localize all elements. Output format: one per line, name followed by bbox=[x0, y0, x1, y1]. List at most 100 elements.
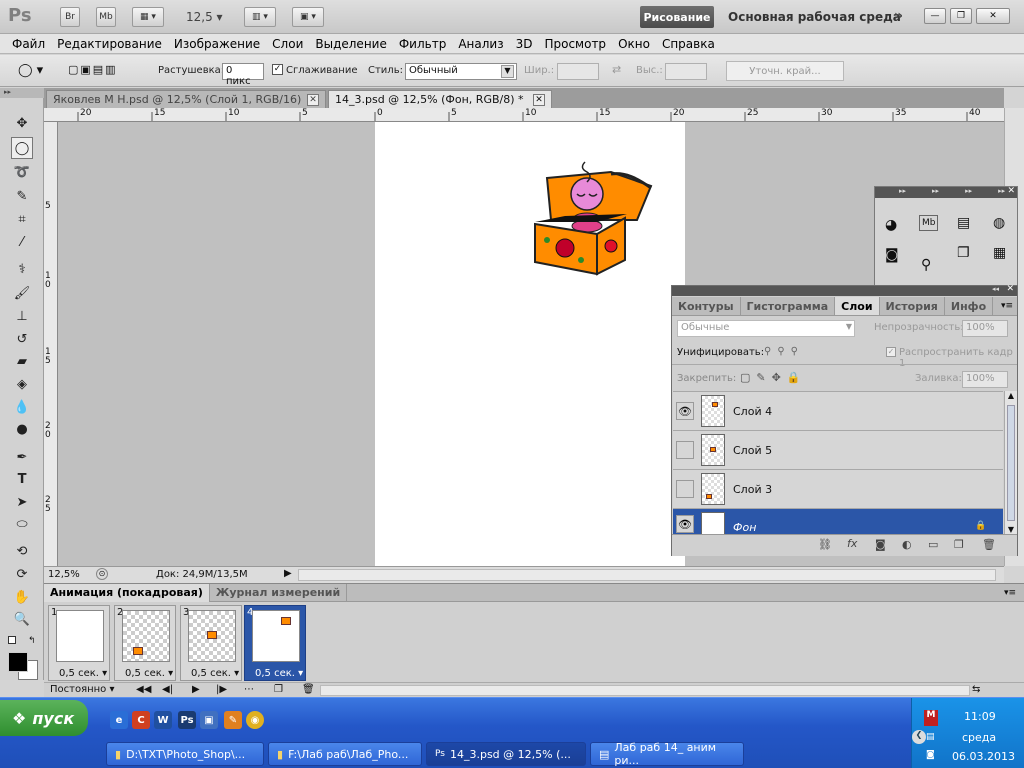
panel-menu-icon[interactable]: ▾≡ bbox=[1001, 301, 1013, 311]
first-frame-icon[interactable]: ◀◀ bbox=[136, 684, 151, 695]
clone-stamp-tool-icon[interactable]: ⊥ bbox=[11, 305, 33, 327]
layer-row[interactable]: Слой 5 bbox=[673, 430, 1003, 469]
clock-time[interactable]: 11:09 bbox=[964, 710, 996, 723]
photoshop-quicklaunch-icon[interactable]: Ps bbox=[178, 711, 196, 729]
panel-menu-icon[interactable]: ▾≡ bbox=[1004, 588, 1016, 598]
add-mask-icon[interactable]: ◙ bbox=[875, 538, 886, 551]
menu-window[interactable]: Окно bbox=[618, 37, 650, 51]
close-button[interactable]: ✕ bbox=[976, 8, 1010, 24]
show-desktop-icon[interactable]: ▣ bbox=[200, 711, 218, 729]
tab-layers[interactable]: Слои bbox=[835, 297, 880, 315]
delete-layer-icon[interactable]: 🗑 bbox=[982, 538, 996, 551]
taskbar-item-word[interactable]: ▤ Лаб раб 14_ аним ри... bbox=[590, 741, 744, 767]
blur-tool-icon[interactable]: 💧 bbox=[11, 396, 33, 418]
menu-filter[interactable]: Фильтр bbox=[399, 37, 446, 51]
new-group-icon[interactable]: ▭ bbox=[928, 538, 938, 551]
unify-icons[interactable]: ⚲⚲⚲ bbox=[764, 346, 804, 357]
antivirus-icon[interactable]: M bbox=[924, 710, 938, 726]
antialias-checkbox[interactable]: ✓ bbox=[272, 64, 283, 75]
previous-frame-icon[interactable]: ◀| bbox=[162, 684, 173, 695]
tab-history[interactable]: История bbox=[880, 297, 945, 315]
menu-select[interactable]: Выделение bbox=[315, 37, 386, 51]
layer-row[interactable]: Слой 3 bbox=[673, 469, 1003, 508]
elliptical-marquee-tool-icon[interactable]: ◯ bbox=[11, 137, 33, 159]
path-selection-tool-icon[interactable]: ➤ bbox=[11, 491, 33, 513]
mini-bridge-button[interactable]: Mb bbox=[96, 7, 116, 27]
tab-document-2[interactable]: 14_3.psd @ 12,5% (Фон, RGB/8) * ✕ bbox=[328, 90, 552, 108]
animation-frame-selected[interactable]: 4 0,5 сек. ▾ bbox=[244, 605, 306, 681]
menu-edit[interactable]: Редактирование bbox=[57, 37, 162, 51]
close-icon[interactable]: ✕ bbox=[1007, 186, 1015, 196]
visibility-toggle[interactable] bbox=[676, 480, 694, 498]
feather-input[interactable]: 0 пикс bbox=[222, 63, 264, 87]
ellipse-tool-icon[interactable]: ⬭ bbox=[11, 513, 33, 535]
document-canvas[interactable] bbox=[375, 122, 685, 566]
play-icon[interactable]: ▶ bbox=[192, 684, 200, 695]
taskbar-item-folder-2[interactable]: ▮ F:\Лаб раб\Лаб_Pho... bbox=[268, 742, 422, 766]
taskbar-item-photoshop[interactable]: Ps 14_3.psd @ 12,5% (... bbox=[426, 742, 586, 766]
paint-bucket-tool-icon[interactable]: ◈ bbox=[11, 373, 33, 395]
crop-tool-icon[interactable]: ⌗ bbox=[11, 208, 33, 230]
restore-button[interactable]: ❐ bbox=[950, 8, 972, 24]
frame-delay[interactable]: 0,5 сек. ▾ bbox=[125, 668, 173, 679]
pen-tool-icon[interactable]: ✒ bbox=[11, 446, 33, 468]
lasso-tool-icon[interactable]: ➰ bbox=[11, 161, 33, 183]
hand-tool-icon[interactable]: ✋ bbox=[11, 586, 33, 608]
editor-icon[interactable]: ✎ bbox=[224, 711, 242, 729]
menu-3d[interactable]: 3D bbox=[516, 37, 533, 51]
animation-frame[interactable]: 2 0,5 сек. ▾ bbox=[114, 605, 176, 681]
tween-icon[interactable]: ⋯ bbox=[244, 684, 254, 695]
fill-input[interactable]: 100% bbox=[962, 371, 1008, 388]
brush-tool-icon[interactable]: 🖌 bbox=[11, 282, 33, 304]
move-tool-icon[interactable]: ✥ bbox=[11, 112, 33, 134]
zoom-tool-icon[interactable]: 🔍 bbox=[11, 608, 33, 630]
3d-orbit-tool-icon[interactable]: ⟳ bbox=[11, 563, 33, 585]
eye-icon[interactable]: 👁 bbox=[676, 515, 694, 533]
link-layers-icon[interactable]: ⛓ bbox=[818, 538, 832, 551]
taskbar-item-folder-1[interactable]: ▮ D:\TXT\Photo_Shop\... bbox=[106, 742, 264, 766]
character-panel-icon[interactable]: ▤ bbox=[957, 215, 970, 231]
workspace-essentials-button[interactable]: Основная рабочая среда bbox=[728, 10, 901, 24]
opacity-input[interactable]: 100% bbox=[962, 320, 1008, 337]
layer-row-selected[interactable]: 👁 Фон 🔒 bbox=[673, 508, 1003, 534]
clone-source-panel-icon[interactable]: ❐ bbox=[957, 245, 970, 261]
quick-selection-tool-icon[interactable]: ✎ bbox=[11, 185, 33, 207]
layer-row[interactable]: 👁 Слой 4 bbox=[673, 391, 1003, 430]
duplicate-frame-icon[interactable]: ❐ bbox=[274, 684, 283, 695]
status-info-icon[interactable]: ⊙ bbox=[96, 568, 108, 580]
minimize-button[interactable]: — bbox=[924, 8, 946, 24]
mini-bridge-panel-icon[interactable]: Mb bbox=[919, 215, 939, 231]
close-icon[interactable]: ✕ bbox=[1006, 284, 1014, 294]
close-icon[interactable]: ✕ bbox=[533, 93, 545, 106]
menu-image[interactable]: Изображение bbox=[174, 37, 260, 51]
3d-rotate-tool-icon[interactable]: ⟲ bbox=[11, 540, 33, 562]
fx-icon[interactable]: fx bbox=[847, 537, 857, 550]
propagate-checkbox[interactable]: ✓ bbox=[886, 347, 896, 357]
adjustment-layer-icon[interactable]: ◐ bbox=[902, 538, 912, 551]
usb-panel-icon[interactable]: ⚲ bbox=[921, 257, 931, 273]
horizontal-scrollbar[interactable] bbox=[298, 569, 996, 581]
layers-scrollbar[interactable]: ▲ ▼ bbox=[1004, 391, 1017, 534]
loop-select[interactable]: Постоянно ▾ bbox=[50, 684, 115, 695]
frame-delay[interactable]: 0,5 сек. ▾ bbox=[191, 668, 239, 679]
type-tool-icon[interactable]: T bbox=[11, 468, 33, 490]
frames-scrollbar[interactable] bbox=[320, 685, 970, 696]
workspace-painting-button[interactable]: Рисование bbox=[640, 6, 714, 28]
lock-icons[interactable]: ▢✎✥🔒 bbox=[740, 371, 807, 384]
eye-icon[interactable]: 👁 bbox=[676, 402, 694, 420]
visibility-toggle[interactable] bbox=[676, 441, 694, 459]
tab-histogram[interactable]: Гистограмма bbox=[741, 297, 836, 315]
next-frame-icon[interactable]: |▶ bbox=[216, 684, 227, 695]
color-panel-icon[interactable]: ◕ bbox=[885, 217, 897, 233]
swatches-panel-icon[interactable]: ▦ bbox=[993, 245, 1006, 261]
frame-delay[interactable]: 0,5 сек. ▾ bbox=[255, 668, 303, 679]
tray-collapse-icon[interactable]: ❮ bbox=[912, 730, 926, 744]
eraser-tool-icon[interactable]: ▰ bbox=[11, 350, 33, 372]
frame-delay[interactable]: 0,5 сек. ▾ bbox=[59, 668, 107, 679]
history-brush-tool-icon[interactable]: ↺ bbox=[11, 328, 33, 350]
more-workspaces-icon[interactable]: » bbox=[894, 8, 903, 24]
tab-measurement-log[interactable]: Журнал измерений bbox=[210, 583, 348, 602]
tools-collapse-icon[interactable]: ▸▸ bbox=[0, 88, 44, 98]
start-button[interactable]: ❖ пуск bbox=[0, 700, 88, 736]
swap-colors-icon[interactable]: ↰ bbox=[28, 636, 36, 646]
